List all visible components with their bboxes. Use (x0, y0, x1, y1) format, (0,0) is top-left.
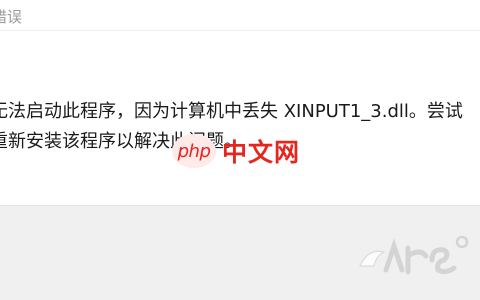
error-message-line-1: 无法启动此程序，因为计算机中丢失 XINPUT1_3.dll。尝试 (0, 101, 463, 122)
error-dialog: 错误 无法启动此程序，因为计算机中丢失 XINPUT1_3.dll。尝试 重新安… (0, 0, 480, 300)
dialog-title: 错误 (0, 8, 23, 26)
site-watermark: php 中文网 (172, 133, 300, 169)
watermark-text: 中文网 (222, 138, 301, 167)
corner-watermark-logo-icon (359, 235, 469, 275)
dialog-titlebar: 错误 (0, 0, 480, 31)
watermark-badge-text: php (177, 140, 211, 162)
php-logo-icon: php (172, 134, 216, 168)
